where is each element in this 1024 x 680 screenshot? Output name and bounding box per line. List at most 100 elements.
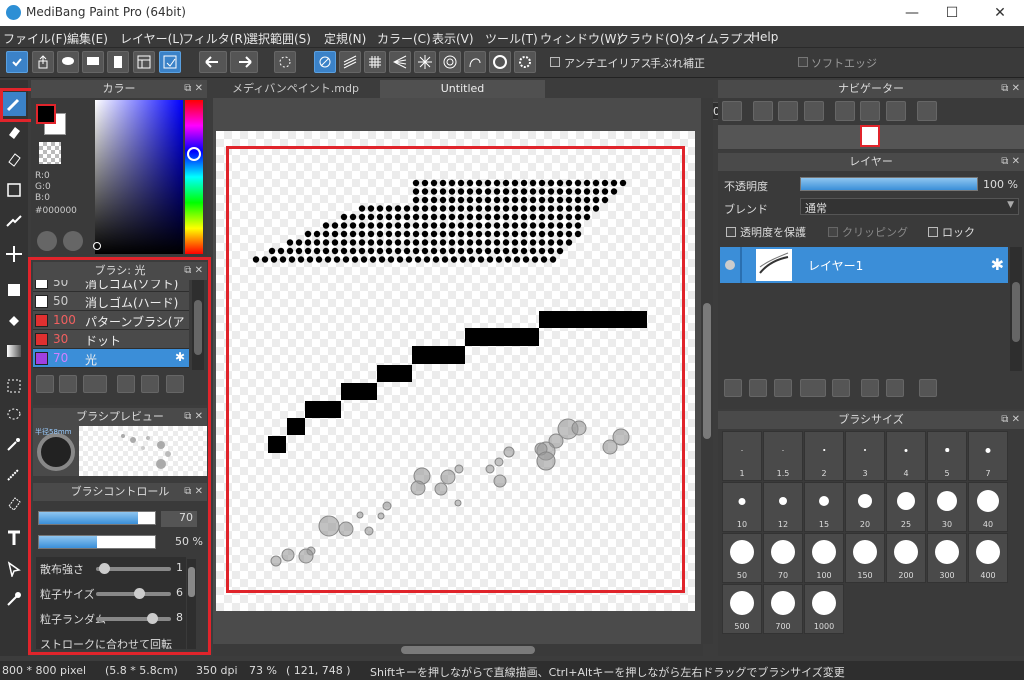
eyedropper-tool-icon[interactable]	[2, 587, 26, 611]
color-history-icon[interactable]	[63, 231, 83, 251]
brush-size-option[interactable]: 100	[804, 533, 844, 583]
blend-select[interactable]: 通常 ▼	[800, 198, 1019, 215]
color-picker-cursor[interactable]	[93, 242, 101, 250]
flip-icon[interactable]	[917, 101, 937, 121]
menu-timelapse[interactable]: タイムラプス	[683, 30, 754, 47]
trash-icon[interactable]	[919, 379, 937, 397]
new-brush-icon[interactable]	[59, 375, 77, 393]
maximize-button[interactable]: ☐	[932, 2, 972, 24]
brush-size-option[interactable]: 4	[886, 431, 926, 481]
brush-size-option[interactable]: 15	[804, 482, 844, 532]
select-eraser-tool-icon[interactable]	[2, 491, 26, 515]
panel-pin-icon[interactable]: ⧉ ✕	[184, 262, 203, 280]
zoom-in-icon-2[interactable]	[753, 101, 773, 121]
brush-param-row[interactable]: 散布強さ 1	[36, 557, 186, 582]
text-tool-icon[interactable]	[2, 526, 26, 550]
param-slider[interactable]	[96, 588, 171, 599]
comment-icon[interactable]	[57, 51, 79, 73]
duplicate-icon[interactable]	[166, 375, 184, 393]
merge-layer-icon[interactable]	[886, 379, 904, 397]
brush-size-option[interactable]: 5	[927, 431, 967, 481]
rotate-left-icon[interactable]	[835, 101, 855, 121]
brush-opacity-slider[interactable]	[38, 535, 156, 549]
brush-size-option[interactable]: 30	[927, 482, 967, 532]
brush-size-option[interactable]: 1.5	[763, 431, 803, 481]
brush-size-value[interactable]: 70	[161, 511, 197, 527]
menu-cloud[interactable]: クラウド(O)	[617, 30, 684, 47]
menu-view[interactable]: 表示(V)	[432, 30, 474, 47]
menu-help[interactable]: Help	[751, 30, 778, 44]
line-tool-icon[interactable]	[2, 208, 26, 232]
color-saturation-area[interactable]	[95, 100, 183, 254]
brush-size-option[interactable]: 3	[845, 431, 885, 481]
close-button[interactable]: ✕	[980, 2, 1020, 24]
param-slider[interactable]	[96, 613, 171, 624]
brush-size-option[interactable]: 300	[927, 533, 967, 583]
brush-size-option[interactable]: 40	[968, 482, 1008, 532]
add-brush-icon[interactable]	[36, 375, 54, 393]
menu-edit[interactable]: 編集(E)	[67, 30, 108, 47]
dot-eraser-tool-icon[interactable]	[2, 147, 26, 171]
ellipse-snap-icon[interactable]	[489, 51, 511, 73]
brush-size-option[interactable]: 20	[845, 482, 885, 532]
folder-icon[interactable]	[832, 379, 850, 397]
cross-snap-icon[interactable]	[364, 51, 386, 73]
brush-size-option[interactable]: 700	[763, 584, 803, 634]
menu-file[interactable]: ファイル(F)	[3, 30, 67, 47]
circle-snap-icon[interactable]	[439, 51, 461, 73]
layer-row[interactable]: レイヤー1 ✱	[720, 247, 1008, 283]
grid-layout-icon[interactable]	[159, 51, 181, 73]
gear-icon[interactable]: ✱	[175, 350, 185, 364]
reset-rotate-icon[interactable]	[860, 101, 880, 121]
lasso-tool-icon[interactable]	[2, 403, 26, 427]
hue-slider[interactable]	[185, 100, 203, 254]
param-slider[interactable]	[96, 563, 171, 574]
brush-size-slider[interactable]	[38, 511, 156, 525]
panel-pin-icon[interactable]: ⧉ ✕	[1001, 411, 1020, 429]
brush-list-scrollbar[interactable]	[192, 280, 204, 370]
operation-tool-icon[interactable]	[2, 557, 26, 581]
brush-param-row[interactable]: ストロークに合わせて回転	[36, 632, 186, 649]
menu-filter[interactable]: フィルタ(R)	[182, 30, 247, 47]
eraser-tool-icon[interactable]	[2, 120, 26, 144]
move-tool-icon[interactable]	[2, 242, 26, 266]
brush-size-option[interactable]: 2	[804, 431, 844, 481]
soft-edge-checkbox[interactable]	[798, 57, 808, 67]
brush-size-option[interactable]: 70	[763, 533, 803, 583]
new-halftone-layer-icon[interactable]	[749, 379, 767, 397]
canvas-hscrollbar[interactable]	[213, 644, 703, 656]
brush-size-option[interactable]: 200	[886, 533, 926, 583]
menu-selection[interactable]: 選択範囲(S)	[246, 30, 311, 47]
menu-color[interactable]: カラー(C)	[377, 30, 431, 47]
lock-checkbox[interactable]	[928, 227, 938, 237]
brush-tool-icon[interactable]	[2, 92, 26, 116]
brush-size-option[interactable]: 150	[845, 533, 885, 583]
gear-icon[interactable]: ✱	[991, 255, 1004, 274]
duplicate-layer-icon[interactable]	[861, 379, 879, 397]
gear-icon[interactable]	[514, 51, 536, 73]
brush-param-row[interactable]: 粒子サイズ 6	[36, 582, 186, 607]
foreground-color-swatch[interactable]	[36, 104, 56, 124]
parallel-snap-icon[interactable]	[339, 51, 361, 73]
bucket-tool-icon[interactable]	[2, 309, 26, 333]
radial-snap-icon[interactable]	[414, 51, 436, 73]
zoom-out-icon[interactable]	[804, 101, 824, 121]
add-layer-dropdown-icon[interactable]	[800, 379, 826, 397]
panel-pin-icon[interactable]: ⧉ ✕	[184, 408, 203, 426]
tab-medibang-mdp[interactable]: メディバンペイント.mdp	[213, 80, 378, 98]
brush-size-option[interactable]: 400	[968, 533, 1008, 583]
brush-list-item[interactable]: 100パターンブラシ(アミ)	[33, 311, 189, 346]
menu-tool[interactable]: ツール(T)	[485, 30, 538, 47]
brush-size-option[interactable]: 25	[886, 482, 926, 532]
panel-pin-icon[interactable]: ⧉ ✕	[1001, 153, 1020, 171]
folder-icon[interactable]	[141, 375, 159, 393]
brush-dropdown-icon[interactable]	[83, 375, 107, 393]
share-icon[interactable]	[32, 51, 54, 73]
brush-size-option[interactable]: 50	[722, 533, 762, 583]
layer-opacity-slider[interactable]	[800, 177, 978, 191]
fill-rect-tool-icon[interactable]	[2, 278, 26, 302]
vanish-snap-icon[interactable]	[389, 51, 411, 73]
params-scrollbar[interactable]	[187, 559, 196, 649]
panel-pin-icon[interactable]: ⧉ ✕	[1001, 80, 1020, 98]
menu-window[interactable]: ウィンドウ(W)	[540, 30, 621, 47]
